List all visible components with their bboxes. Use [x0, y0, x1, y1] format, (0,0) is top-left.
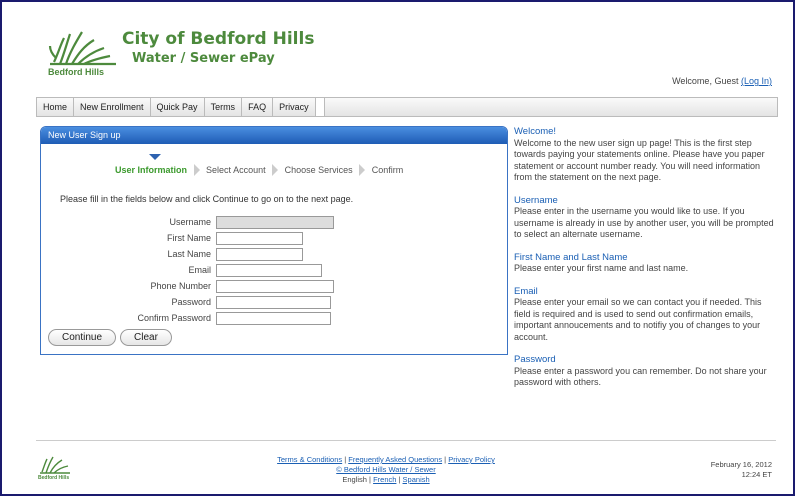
last-name-row: Last Name: [41, 248, 507, 262]
form-instructions: Please fill in the fields below and clic…: [60, 194, 354, 204]
confirm-password-input[interactable]: [216, 312, 331, 325]
help-name-heading: First Name and Last Name: [514, 251, 628, 263]
phone-row: Phone Number: [41, 280, 507, 294]
lang-english: English: [342, 475, 367, 484]
copyright-link[interactable]: © Bedford Hills Water / Sewer: [336, 465, 435, 474]
terms-link[interactable]: Terms & Conditions: [277, 455, 342, 464]
last-name-label: Last Name: [167, 249, 211, 259]
confirm-password-label: Confirm Password: [137, 313, 211, 323]
help-email-heading: Email: [514, 285, 538, 297]
help-password-text: Please enter a password you can remember…: [514, 365, 767, 388]
welcome-message: Welcome, Guest (Log In): [672, 76, 772, 86]
footer-divider: [36, 440, 776, 441]
welcome-text: Welcome, Guest: [672, 76, 739, 86]
help-username-text: Please enter in the username you would l…: [514, 206, 774, 239]
continue-button[interactable]: Continue: [48, 329, 116, 346]
password-label: Password: [171, 297, 211, 307]
lang-french-link[interactable]: French: [373, 475, 396, 484]
footer-time: 12:24 ET: [741, 470, 772, 479]
first-name-row: First Name: [41, 232, 507, 246]
phone-input[interactable]: [216, 280, 334, 293]
page-container: Bedford Hills City of Bedford Hills Wate…: [36, 2, 778, 494]
username-row: Username: [41, 216, 507, 230]
step-choose-services: Choose Services: [284, 165, 353, 175]
footer-links: Terms & Conditions | Frequently Asked Qu…: [236, 455, 536, 485]
nav-terms[interactable]: Terms: [205, 98, 243, 116]
nav-faq[interactable]: FAQ: [242, 98, 274, 116]
password-input[interactable]: [216, 296, 331, 309]
nav-home[interactable]: Home: [37, 98, 75, 116]
nav-spacer: [315, 98, 325, 116]
current-step-pointer-icon: [149, 154, 161, 160]
footer-link-row: Terms & Conditions | Frequently Asked Qu…: [277, 455, 495, 464]
email-row: Email: [41, 264, 507, 278]
lang-spanish-link[interactable]: Spanish: [403, 475, 430, 484]
help-password-heading: Password: [514, 354, 556, 365]
help-sidebar: Welcome! Welcome to the new user sign up…: [514, 126, 776, 400]
login-link[interactable]: (Log In): [741, 76, 772, 86]
clear-button[interactable]: Clear: [120, 329, 172, 346]
footer-logo-caption: Bedford Hills: [38, 475, 70, 481]
password-row: Password: [41, 296, 507, 310]
step-arrow-icon: [359, 164, 366, 176]
site-subtitle: Water / Sewer ePay: [132, 51, 275, 66]
nav-new-enrollment[interactable]: New Enrollment: [74, 98, 151, 116]
help-welcome: Welcome! Welcome to the new user sign up…: [514, 126, 776, 184]
panel-title: New User Sign up: [41, 127, 507, 144]
help-email: Email Please enter your email so we can …: [514, 286, 776, 344]
browser-page: Bedford Hills City of Bedford Hills Wate…: [0, 0, 795, 496]
footer-date: February 16, 2012: [710, 460, 772, 469]
help-welcome-text: Welcome to the new user sign up page! Th…: [514, 137, 765, 183]
help-username: Username Please enter in the username yo…: [514, 195, 776, 241]
help-username-heading: Username: [514, 194, 558, 206]
nav-privacy[interactable]: Privacy: [273, 98, 316, 116]
step-select-account: Select Account: [206, 165, 266, 175]
help-email-text: Please enter your email so we can contac…: [514, 297, 762, 342]
step-arrow-icon: [193, 164, 200, 176]
main-nav: Home New Enrollment Quick Pay Terms FAQ …: [36, 97, 778, 117]
language-selector: English | French | Spanish: [342, 475, 430, 484]
help-password: Password Please enter a password you can…: [514, 354, 776, 389]
help-name: First Name and Last Name Please enter yo…: [514, 252, 776, 275]
username-label: Username: [169, 217, 211, 227]
username-input[interactable]: [216, 216, 334, 229]
confirm-password-row: Confirm Password: [41, 312, 507, 326]
help-welcome-heading: Welcome!: [514, 126, 557, 137]
step-arrow-icon: [272, 164, 279, 176]
help-name-text: Please enter your first name and last na…: [514, 263, 689, 273]
first-name-input[interactable]: [216, 232, 303, 245]
signup-panel: New User Sign up User Information Select…: [40, 126, 508, 355]
email-input[interactable]: [216, 264, 322, 277]
last-name-input[interactable]: [216, 248, 303, 261]
faq-link[interactable]: Frequently Asked Questions: [348, 455, 442, 464]
step-user-information: User Information: [115, 165, 188, 175]
footer-timestamp: February 16, 2012 12:24 ET: [711, 460, 772, 480]
site-title: City of Bedford Hills: [122, 29, 315, 49]
nav-quick-pay[interactable]: Quick Pay: [151, 98, 205, 116]
step-progress: User Information Select Account Choose S…: [115, 164, 403, 176]
phone-label: Phone Number: [150, 281, 211, 291]
privacy-link[interactable]: Privacy Policy: [448, 455, 495, 464]
logo-caption: Bedford Hills: [48, 67, 105, 77]
email-label: Email: [188, 265, 211, 275]
step-confirm: Confirm: [371, 165, 404, 175]
first-name-label: First Name: [166, 233, 211, 243]
